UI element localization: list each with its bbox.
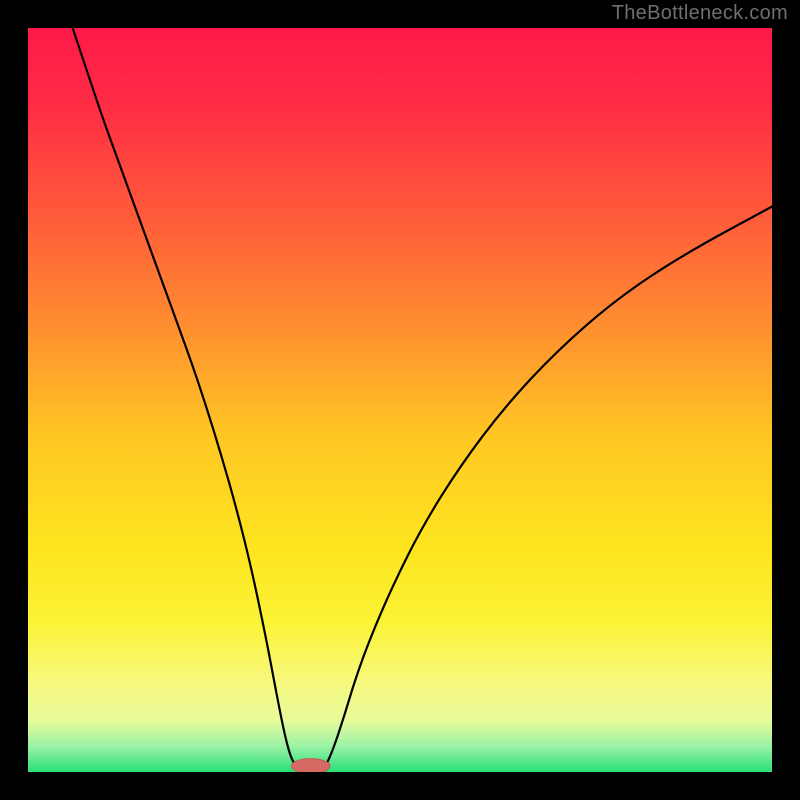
chart-svg [28, 28, 772, 772]
plot-area [28, 28, 772, 772]
gradient-background [28, 28, 772, 772]
bottleneck-marker [291, 759, 330, 772]
watermark-text: TheBottleneck.com [612, 2, 788, 25]
chart-frame: TheBottleneck.com [0, 0, 800, 800]
